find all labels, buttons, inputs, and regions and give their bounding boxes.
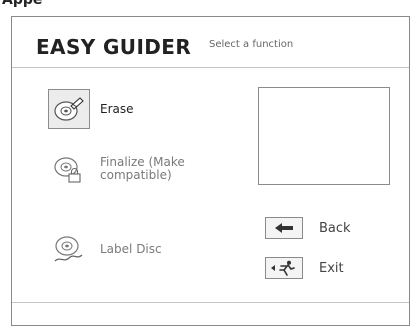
erase-label: Erase [100, 101, 134, 116]
disc-lock-icon [48, 149, 90, 189]
erase-function-button[interactable]: Erase [48, 89, 134, 129]
header: EASY GUIDER Select a function [12, 17, 409, 68]
back-button[interactable]: Back [265, 217, 351, 239]
footer-divider [12, 302, 409, 303]
window-title-fragment: Appe [2, 0, 43, 8]
exit-button[interactable]: Exit [265, 257, 344, 279]
back-arrow-icon [265, 217, 303, 239]
label-disc-function-button[interactable]: Label Disc [48, 229, 162, 269]
instruction-text: Select a function [209, 39, 294, 50]
easy-guider-panel: EASY GUIDER Select a function Erase Fina… [11, 16, 410, 326]
disc-eraser-icon [48, 89, 90, 129]
back-label: Back [319, 220, 351, 236]
disc-label-icon [48, 229, 90, 269]
exit-running-man-icon [265, 257, 303, 279]
finalize-label: Finalize (Make compatible) [100, 155, 185, 182]
brand-title: EASY GUIDER [36, 35, 192, 59]
preview-box [258, 87, 390, 185]
label-disc-label: Label Disc [100, 241, 162, 256]
exit-label: Exit [319, 260, 344, 276]
finalize-function-button[interactable]: Finalize (Make compatible) [48, 149, 210, 189]
